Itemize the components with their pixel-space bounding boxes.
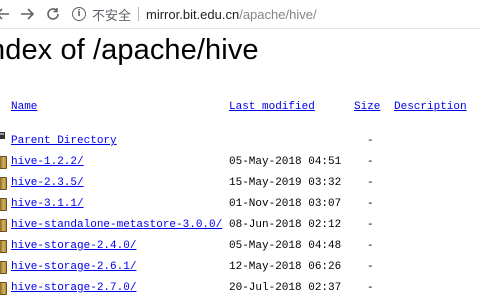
table-row: hive-storage-2.7.0/20-Jul-2018 02:37 - (0, 281, 480, 295)
table-row: hive-standalone-metastore-3.0.0/08-Jun-2… (0, 218, 480, 232)
table-row: hive-3.1.1/01-Nov-2018 03:07 - (0, 197, 480, 211)
last-modified-cell: 12-May-2018 06:26 (229, 261, 342, 273)
reload-icon[interactable] (44, 5, 62, 23)
parent-directory-link[interactable]: Parent Directory (11, 134, 117, 148)
last-modified-cell: 20-Jul-2018 02:37 (229, 282, 342, 294)
last-modified-cell: 08-Jun-2018 02:12 (229, 219, 342, 231)
back-arrow-icon[interactable] (0, 5, 12, 23)
forward-arrow-icon[interactable] (18, 5, 36, 23)
last-modified-cell: 01-Nov-2018 03:07 (229, 198, 342, 210)
folder-link[interactable]: hive-storage-2.7.0/ (11, 281, 136, 295)
table-row: hive-1.2.2/05-May-2018 04:51 - (0, 155, 480, 169)
size-cell: - (367, 135, 374, 147)
folder-link[interactable]: hive-storage-2.4.0/ (11, 239, 136, 253)
table-row: hive-storage-2.6.1/12-May-2018 06:26 - (0, 260, 480, 274)
sort-by-size-link[interactable]: Size (354, 100, 380, 114)
sort-by-description-link[interactable]: Description (394, 100, 467, 114)
size-cell: - (367, 219, 374, 231)
size-cell: - (367, 282, 374, 294)
last-modified-cell: 05-May-2018 04:51 (229, 156, 342, 168)
back-folder-icon (0, 131, 5, 140)
security-label: 不安全 (92, 7, 132, 23)
last-modified-cell: 15-May-2019 03:32 (229, 177, 342, 189)
address-bar[interactable]: i 不安全 mirror.bit.edu.cn/apache/hive/ (72, 3, 480, 25)
url-host: mirror.bit.edu.cn (146, 6, 240, 22)
url-path: /apache/hive/ (239, 6, 317, 22)
folder-icon (0, 156, 7, 169)
folder-link[interactable]: hive-storage-2.6.1/ (11, 260, 136, 274)
header-row: Name Last modified Size Description (0, 100, 480, 114)
parent-directory-row: Parent Directory - (0, 131, 480, 148)
size-cell: - (367, 177, 374, 189)
folder-link[interactable]: hive-3.1.1/ (11, 197, 84, 211)
page-title: ndex of /apache/hive (0, 34, 259, 66)
table-row: hive-2.3.5/15-May-2019 03:32 - (0, 176, 480, 190)
browser-toolbar: i 不安全 mirror.bit.edu.cn/apache/hive/ (0, 0, 480, 29)
size-cell: - (367, 156, 374, 168)
size-cell: - (367, 198, 374, 210)
folder-icon (0, 177, 7, 190)
table-row: hive-storage-2.4.0/05-May-2018 04:48 - (0, 239, 480, 253)
sort-by-name-link[interactable]: Name (11, 100, 37, 114)
sort-by-last-modified-link[interactable]: Last modified (229, 100, 315, 114)
folder-icon (0, 219, 7, 232)
folder-link[interactable]: hive-1.2.2/ (11, 155, 84, 169)
last-modified-cell: 05-May-2018 04:48 (229, 240, 342, 252)
folder-link[interactable]: hive-standalone-metastore-3.0.0/ (11, 218, 222, 232)
info-icon[interactable]: i (72, 7, 86, 21)
size-cell: - (367, 240, 374, 252)
address-divider (138, 7, 140, 21)
folder-icon (0, 261, 7, 274)
folder-link[interactable]: hive-2.3.5/ (11, 176, 84, 190)
folder-icon (0, 240, 7, 253)
size-cell: - (367, 261, 374, 273)
folder-icon (0, 198, 7, 211)
folder-icon (0, 282, 7, 295)
